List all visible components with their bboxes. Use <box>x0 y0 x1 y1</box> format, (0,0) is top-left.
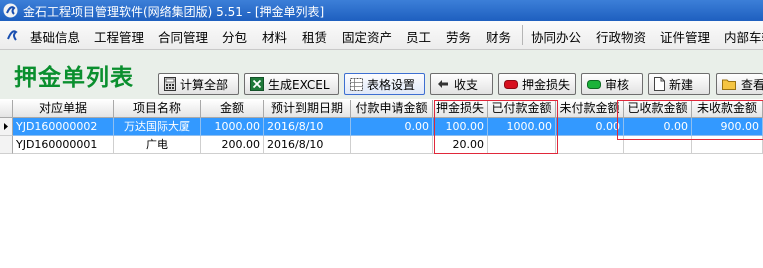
generate-excel-button[interactable]: 生成EXCEL <box>244 73 339 95</box>
menu-logo-icon <box>7 30 18 41</box>
cell-loss[interactable]: 100.00 <box>433 118 488 136</box>
menu-basic-info[interactable]: 基础信息 <box>30 27 80 46</box>
column-header-loss[interactable]: 押金损失 <box>433 100 488 118</box>
cell-unpaid[interactable]: 0.00 <box>556 118 624 136</box>
view-label: 查看 <box>741 77 763 92</box>
column-header-pay-request[interactable]: 付款申请金额 <box>351 100 433 118</box>
cell-unreceived[interactable] <box>692 136 763 154</box>
new-document-icon <box>654 77 665 91</box>
cell-doc[interactable]: YJD160000001 <box>13 136 114 154</box>
cell-pay-request[interactable]: 0.00 <box>351 118 433 136</box>
column-header-project[interactable]: 项目名称 <box>114 100 201 118</box>
deposit-list-grid: 对应单据 项目名称 金额 预计到期日期 付款申请金额 押金损失 已付款金额 未付… <box>0 100 763 268</box>
title-bar: 金石工程项目管理软件(网络集团版) 5.51 - [押金单列表] <box>0 0 763 21</box>
green-pill-icon <box>587 79 601 89</box>
cell-amount[interactable]: 200.00 <box>201 136 264 154</box>
page-header: 押金单列表 计算全部 生成EXCEL 表格设置 收支 押金损失 审核 新建 查看 <box>0 50 763 99</box>
page-title: 押金单列表 <box>14 65 134 91</box>
menu-fixed-assets[interactable]: 固定资产 <box>342 27 392 46</box>
row-indicator <box>0 136 13 154</box>
table-settings-button[interactable]: 表格设置 <box>344 73 425 95</box>
column-header-received[interactable]: 已收款金额 <box>624 100 692 118</box>
cell-unpaid[interactable] <box>556 136 624 154</box>
cell-paid[interactable] <box>488 136 556 154</box>
column-header-paid[interactable]: 已付款金额 <box>488 100 556 118</box>
folder-icon <box>722 79 736 90</box>
menu-labor[interactable]: 劳务 <box>446 27 471 46</box>
cell-loss[interactable]: 20.00 <box>433 136 488 154</box>
new-label: 新建 <box>669 77 694 92</box>
menu-vehicles[interactable]: 内部车辆 <box>724 27 763 46</box>
cell-project[interactable]: 广电 <box>114 136 201 154</box>
excel-icon <box>250 77 264 91</box>
calc-all-button[interactable]: 计算全部 <box>158 73 239 95</box>
cell-pay-request[interactable] <box>351 136 433 154</box>
menu-lease[interactable]: 租赁 <box>302 27 327 46</box>
menu-employees[interactable]: 员工 <box>406 27 431 46</box>
menu-subcontract[interactable]: 分包 <box>222 27 247 46</box>
cell-due-date[interactable]: 2016/8/10 <box>264 118 351 136</box>
menu-contract-mgmt[interactable]: 合同管理 <box>158 27 208 46</box>
income-expense-label: 收支 <box>454 77 479 92</box>
cell-received[interactable] <box>624 136 692 154</box>
table-settings-icon <box>350 77 363 91</box>
cell-due-date[interactable]: 2016/8/10 <box>264 136 351 154</box>
deposit-loss-button[interactable]: 押金损失 <box>498 73 576 95</box>
column-header-doc[interactable]: 对应单据 <box>13 100 114 118</box>
column-header-unreceived[interactable]: 未收款金额 <box>692 100 763 118</box>
cell-paid[interactable]: 1000.00 <box>488 118 556 136</box>
table-row[interactable]: YJD160000001 广电 200.00 2016/8/10 20.00 <box>0 136 763 154</box>
menu-separator <box>522 25 523 45</box>
cell-received[interactable]: 0.00 <box>624 118 692 136</box>
calculator-icon <box>164 77 176 91</box>
generate-excel-label: 生成EXCEL <box>268 77 330 92</box>
cell-amount[interactable]: 1000.00 <box>201 118 264 136</box>
menu-collaboration[interactable]: 协同办公 <box>531 27 581 46</box>
income-expense-icon <box>438 80 448 88</box>
cell-doc[interactable]: YJD160000002 <box>13 118 114 136</box>
calc-all-label: 计算全部 <box>180 77 229 92</box>
menu-certificates[interactable]: 证件管理 <box>660 27 710 46</box>
row-pointer-icon <box>4 123 8 130</box>
red-pill-icon <box>504 79 518 89</box>
view-button[interactable]: 查看 <box>716 73 763 95</box>
income-expense-button[interactable]: 收支 <box>430 73 493 95</box>
menu-admin-supplies[interactable]: 行政物资 <box>596 27 646 46</box>
review-button[interactable]: 审核 <box>581 73 643 95</box>
table-settings-label: 表格设置 <box>367 77 416 92</box>
table-row[interactable]: YJD160000002 万达国际大厦 1000.00 2016/8/10 0.… <box>0 118 763 136</box>
menu-materials[interactable]: 材料 <box>262 27 287 46</box>
cell-project[interactable]: 万达国际大厦 <box>114 118 201 136</box>
row-indicator-header <box>0 100 13 118</box>
deposit-loss-label: 押金损失 <box>522 77 571 92</box>
column-header-due-date[interactable]: 预计到期日期 <box>264 100 351 118</box>
menu-project-mgmt[interactable]: 工程管理 <box>94 27 144 46</box>
menu-finance[interactable]: 财务 <box>486 27 511 46</box>
menu-bar: 基础信息 工程管理 合同管理 分包 材料 租赁 固定资产 员工 劳务 财务 协同… <box>0 21 763 50</box>
row-indicator <box>0 118 13 136</box>
review-label: 审核 <box>605 77 630 92</box>
column-header-amount[interactable]: 金额 <box>201 100 264 118</box>
window-title: 金石工程项目管理软件(网络集团版) 5.51 - [押金单列表] <box>23 5 325 19</box>
column-header-unpaid[interactable]: 未付款金额 <box>556 100 624 118</box>
cell-unreceived[interactable]: 900.00 <box>692 118 763 136</box>
new-button[interactable]: 新建 <box>648 73 710 95</box>
app-logo-icon <box>3 3 18 18</box>
